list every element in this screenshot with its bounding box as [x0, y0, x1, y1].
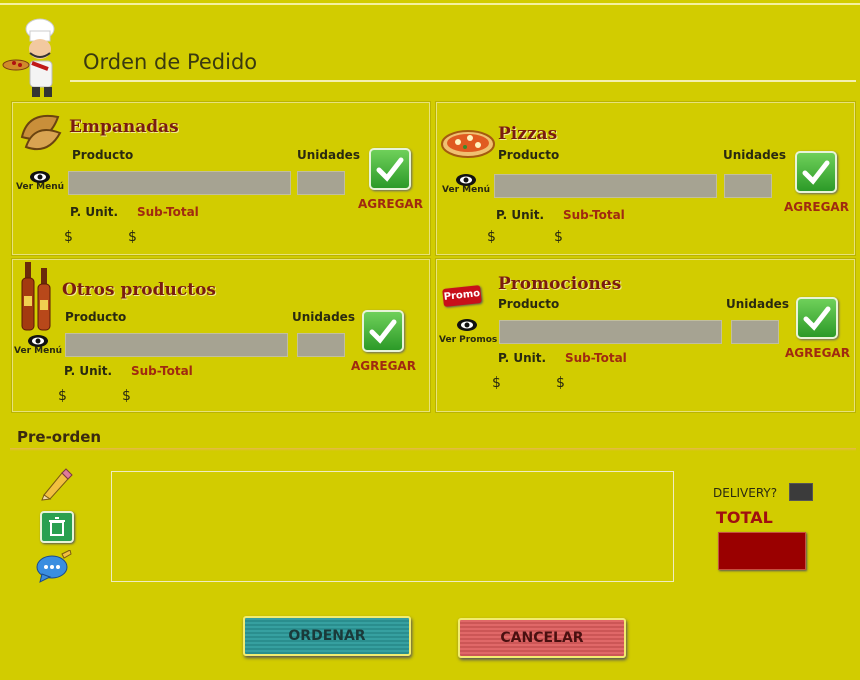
chef-icon [2, 18, 55, 97]
panel-title-promociones: Promociones [498, 274, 622, 294]
subtotal-label: Sub-Total [563, 208, 625, 222]
page-title: Orden de Pedido [83, 50, 258, 74]
ver-menu-link[interactable]: Ver Menú [16, 182, 64, 192]
title-divider [70, 80, 856, 82]
total-label: TOTAL [716, 508, 773, 527]
trash-icon [49, 517, 65, 536]
pencil-icon[interactable] [38, 467, 74, 501]
agregar-button-pizzas[interactable] [795, 151, 837, 193]
producto-label: Producto [72, 148, 134, 162]
agregar-label[interactable]: AGREGAR [784, 200, 849, 214]
subtotal-label: Sub-Total [131, 364, 193, 378]
punit-value: $ [487, 229, 496, 245]
unidades-label: Unidades [723, 148, 786, 162]
unidades-input-promociones[interactable] [731, 320, 779, 344]
unidades-label: Unidades [297, 148, 360, 162]
producto-select-pizzas[interactable] [494, 174, 717, 198]
pizza-icon [441, 130, 495, 158]
panel-title-pizzas: Pizzas [498, 124, 558, 144]
producto-select-promociones[interactable] [499, 320, 722, 344]
ver-menu-link[interactable]: Ver Menú [14, 346, 62, 356]
punit-label: P. Unit. [70, 205, 119, 219]
delivery-label: DELIVERY? [713, 486, 778, 500]
subtotal-value: $ [554, 229, 563, 245]
cancelar-button[interactable]: CANCELAR [458, 618, 626, 658]
panel-title-empanadas: Empanadas [69, 117, 179, 137]
subtotal-value: $ [122, 388, 131, 404]
punit-value: $ [58, 388, 67, 404]
subtotal-label: Sub-Total [565, 351, 627, 365]
unidades-label: Unidades [726, 297, 789, 311]
top-border [0, 3, 860, 5]
section-title-preorden: Pre-orden [17, 428, 102, 446]
check-icon [803, 306, 831, 331]
ordenar-button[interactable]: ORDENAR [243, 616, 411, 656]
agregar-button-otros[interactable] [362, 310, 404, 352]
trash-button[interactable] [40, 511, 74, 543]
subtotal-value: $ [128, 229, 137, 245]
producto-select-otros[interactable] [65, 333, 288, 357]
unidades-label: Unidades [292, 310, 355, 324]
unidades-input-otros[interactable] [297, 333, 345, 357]
agregar-label[interactable]: AGREGAR [358, 197, 423, 211]
producto-select-empanadas[interactable] [68, 171, 291, 195]
check-icon [376, 157, 404, 182]
punit-value: $ [64, 229, 73, 245]
unidades-input-pizzas[interactable] [724, 174, 772, 198]
preorden-textarea[interactable] [111, 471, 674, 582]
agregar-label[interactable]: AGREGAR [351, 359, 416, 373]
agregar-label[interactable]: AGREGAR [785, 346, 850, 360]
agregar-button-promociones[interactable] [796, 297, 838, 339]
bottles-icon [21, 262, 51, 331]
comment-icon[interactable] [36, 550, 72, 584]
check-icon [369, 319, 397, 344]
promo-tag: Promo [443, 288, 481, 303]
punit-label: P. Unit. [64, 364, 113, 378]
punit-value: $ [492, 375, 501, 391]
producto-label: Producto [498, 297, 560, 311]
producto-label: Producto [65, 310, 127, 324]
eye-icon[interactable] [456, 318, 478, 332]
ver-promos-link[interactable]: Ver Promos [439, 335, 497, 345]
panel-title-otros: Otros productos [62, 280, 216, 300]
total-value-box [718, 532, 806, 570]
agregar-button-empanadas[interactable] [369, 148, 411, 190]
subtotal-value: $ [556, 375, 565, 391]
empanada-icon [20, 115, 62, 151]
punit-label: P. Unit. [498, 351, 547, 365]
delivery-checkbox[interactable] [789, 483, 813, 501]
check-icon [802, 160, 830, 185]
ver-menu-link[interactable]: Ver Menú [442, 185, 490, 195]
punit-label: P. Unit. [496, 208, 545, 222]
unidades-input-empanadas[interactable] [297, 171, 345, 195]
subtotal-label: Sub-Total [137, 205, 199, 219]
producto-label: Producto [498, 148, 560, 162]
section-divider [10, 448, 856, 451]
